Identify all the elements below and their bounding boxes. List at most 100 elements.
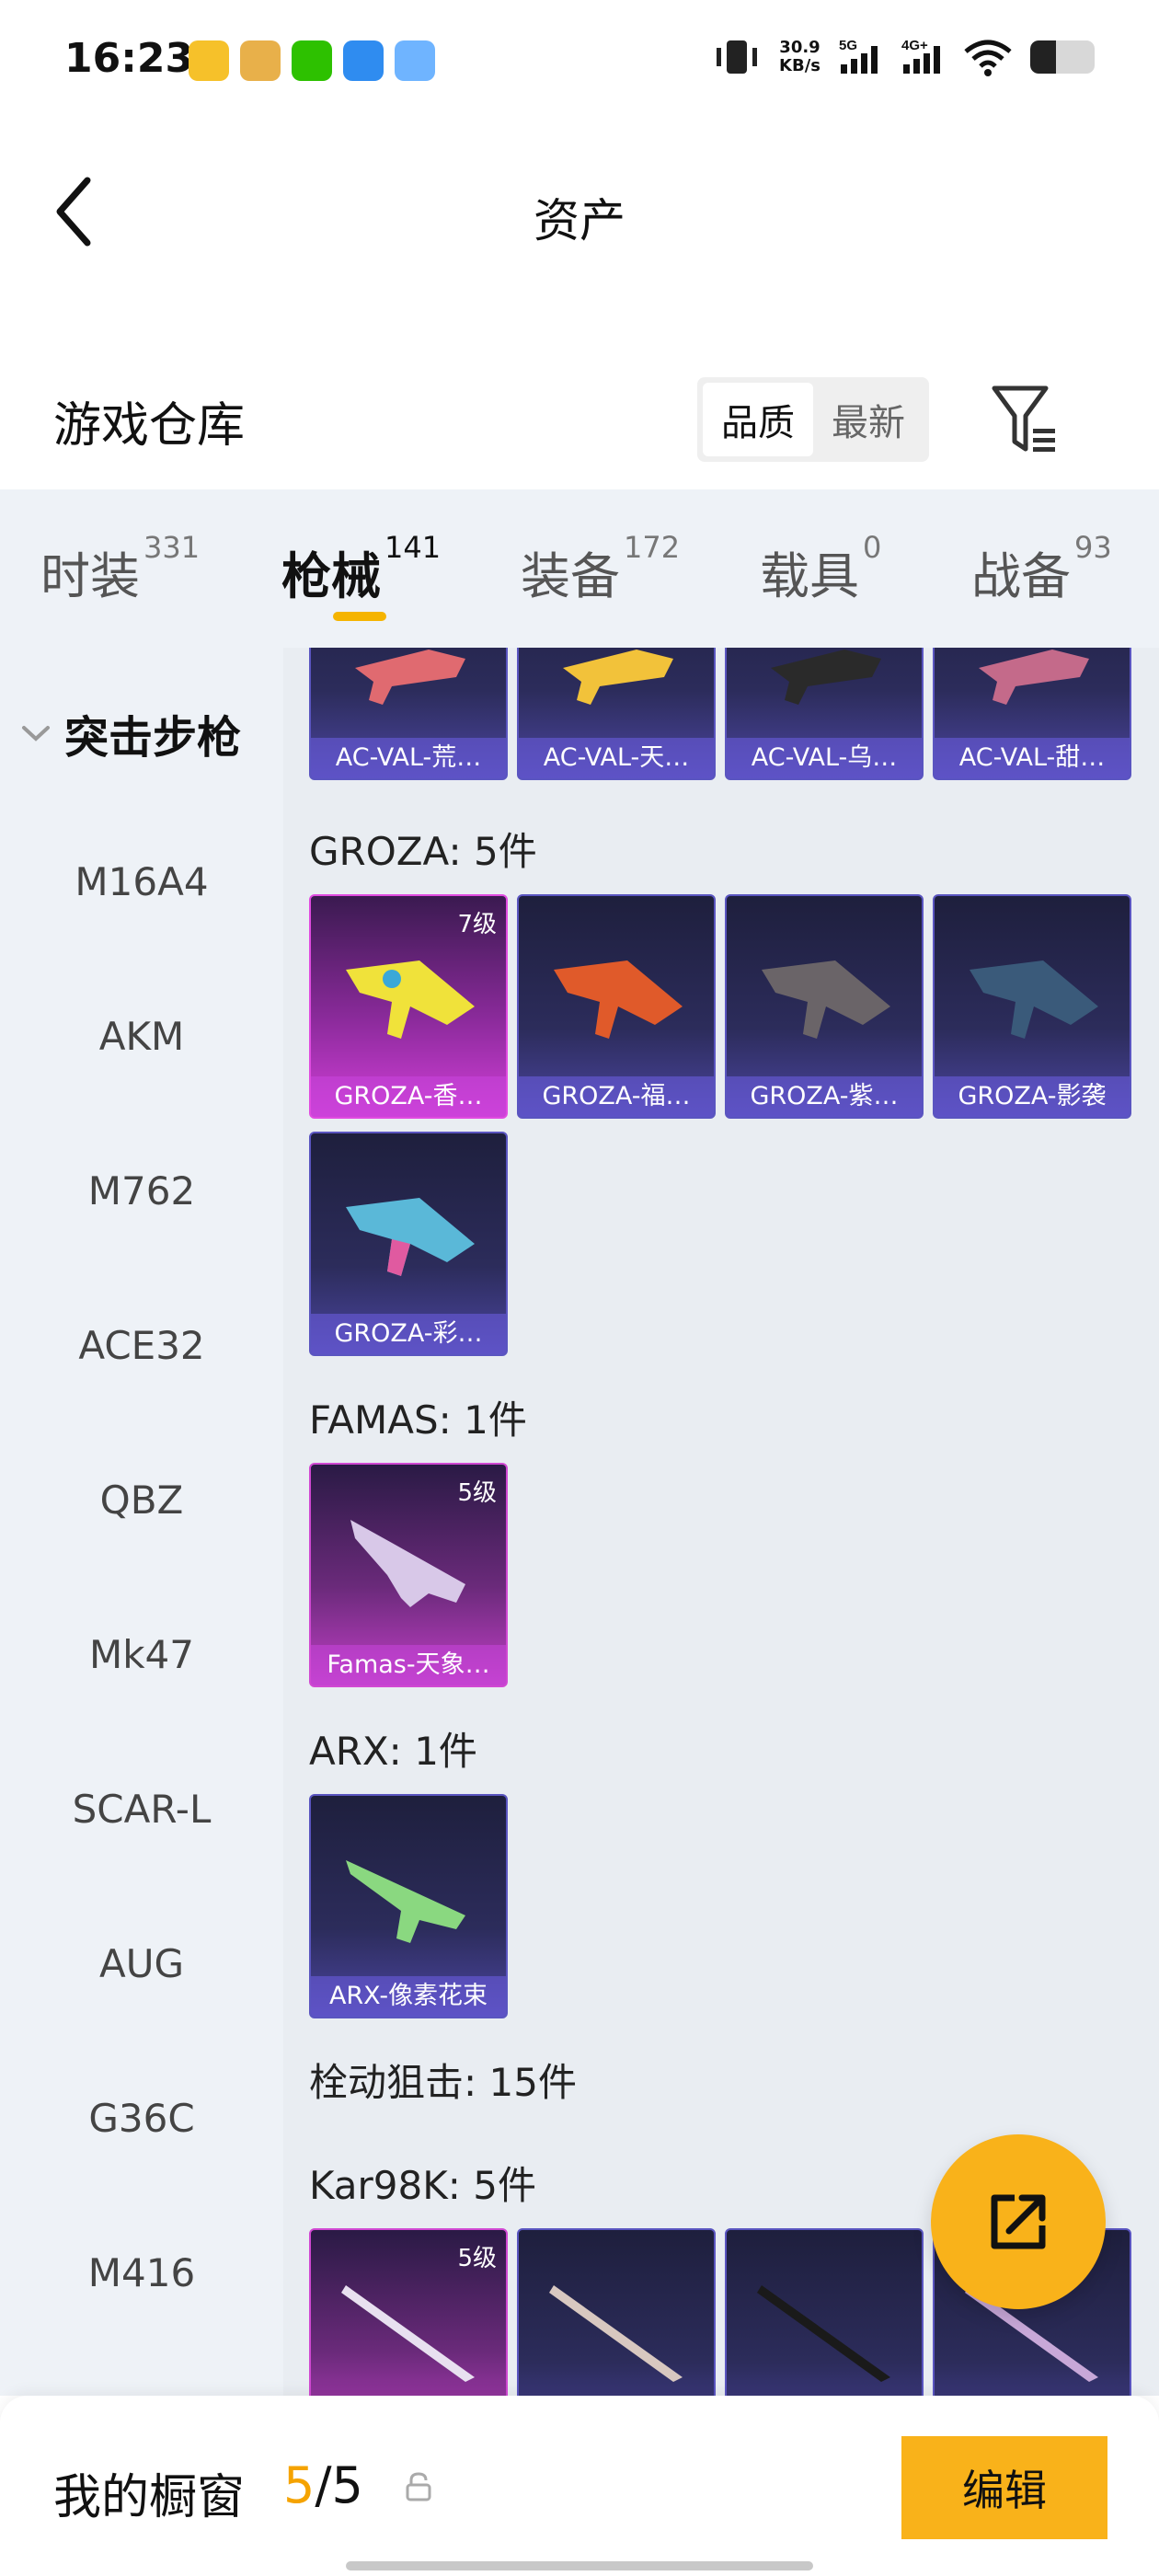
sniper-skin-icon [341,2285,475,2382]
rifle-skin-icon [355,650,465,705]
weapon-card[interactable]: AC-VAL-天… [517,648,716,780]
lock-icon [406,2472,431,2501]
weapon-card[interactable]: GROZA-紫… [725,894,924,1119]
sidebar-group-assault-rifle[interactable]: 突击步枪 [20,701,241,765]
app-notification-icon [189,40,229,81]
weapon-card-name: GROZA-紫… [727,1076,922,1117]
rifle-skin-icon [979,650,1089,705]
weapon-card-name: AC-VAL-乌… [727,738,922,778]
app-header: 资产 [0,129,1159,294]
network-speed: 30.9 KB/s [779,38,820,75]
weapon-list: AC-VAL-荒… AC-VAL-天… AC-VAL-乌… AC-VAL-甜… … [283,648,1159,2396]
section-title-arx: ARX: 1件 [309,1729,477,1774]
tab-costume[interactable]: 时装 331 [40,530,200,608]
page-title: 资产 [534,194,625,247]
weapon-card[interactable]: 5级 [309,2228,508,2396]
vibrate-icon [717,40,758,74]
battery-icon [1030,40,1095,74]
weapon-card[interactable]: AC-VAL-乌… [725,648,924,780]
filter-icon [992,385,1055,452]
filter-button[interactable] [989,377,1062,460]
tab-equipment[interactable]: 装备 172 [521,530,680,608]
showcase-count: 5/5 [283,2456,363,2514]
rifle-skin-icon [771,650,881,705]
tab-firearms[interactable]: 枪械 141 [281,530,441,608]
sniper-skin-icon [549,2285,683,2382]
section-title-bolt-sniper: 栓动狙击: 15件 [309,2060,577,2105]
weapon-card-name: ARX-像素花束 [311,1976,506,2017]
showcase-label: 我的橱窗 [53,2470,246,2525]
signal-4g-icon: 4G+ [901,38,940,74]
weapon-card[interactable]: ARX-像素花束 [309,1794,508,2018]
warehouse-header: 游戏仓库 品质 最新 [0,350,1159,488]
category-tabs: 时装 331 枪械 141 装备 172 载具 0 战备 93 [0,489,1159,648]
rifle-skin-icon [563,650,673,705]
weapon-sidebar: 突击步枪 M16A4 AKM M762 ACE32 QBZ Mk47 SCAR-… [0,648,283,2396]
weapon-card[interactable]: 5级 Famas-天象… [309,1463,508,1687]
signal-5g-icon: 5G [839,38,878,74]
rifle-skin-icon [970,960,1098,1039]
showcase-bar: 我的橱窗 5/5 编辑 [0,2396,1159,2576]
sidebar-item-ace32[interactable]: ACE32 [0,1323,283,1368]
sidebar-item-m16a4[interactable]: M16A4 [0,859,283,904]
browser-icon [343,40,384,81]
weapon-card[interactable] [517,2228,716,2396]
section-title-groza: GROZA: 5件 [309,829,537,874]
rifle-skin-icon [350,1520,465,1607]
weapon-card[interactable] [725,2228,924,2396]
sidebar-item-m762[interactable]: M762 [0,1168,283,1213]
status-indicators: 30.9 KB/s 5G 4G+ [711,37,1095,77]
tab-supplies[interactable]: 战备 93 [971,530,1112,608]
svg-text:4G+: 4G+ [901,38,928,53]
weapon-card-name: GROZA-香… [311,1076,506,1117]
section-title-kar98k: Kar98K: 5件 [309,2163,537,2208]
sort-toggle: 品质 最新 [697,377,929,462]
rifle-skin-icon [554,960,683,1039]
weapon-card-name: Famas-天象… [311,1645,506,1685]
weapon-card-name: AC-VAL-天… [519,738,714,778]
sidebar-item-aug[interactable]: AUG [0,1941,283,1986]
rifle-skin-icon [346,1198,475,1276]
weapon-card-name: GROZA-影袭 [935,1076,1130,1117]
battery-fill [1030,40,1056,74]
status-bar: 16:23 30.9 KB/s 5G 4G+ [0,0,1159,129]
share-fab-button[interactable] [931,2134,1106,2309]
warehouse-title: 游戏仓库 [53,398,246,454]
share-external-icon [991,2194,1046,2249]
notification-icons [189,40,435,81]
sort-quality-option[interactable]: 品质 [703,383,813,456]
weapon-card[interactable]: AC-VAL-甜… [933,648,1131,780]
rifle-skin-icon [346,1860,465,1943]
sidebar-item-mk47[interactable]: Mk47 [0,1632,283,1677]
weapon-card[interactable]: GROZA-福… [517,894,716,1119]
active-tab-indicator [333,612,386,621]
sidebar-item-g36c[interactable]: G36C [0,2096,283,2141]
weapon-card-name: AC-VAL-甜… [935,738,1130,778]
sidebar-item-scar-l[interactable]: SCAR-L [0,1787,283,1832]
assistant-icon [395,40,435,81]
wechat-icon [292,40,332,81]
sidebar-item-qbz[interactable]: QBZ [0,1478,283,1523]
weapon-card[interactable]: GROZA-影袭 [933,894,1131,1119]
section-title-famas: FAMAS: 1件 [309,1397,527,1443]
game-notification-icon [240,40,281,81]
weapon-card[interactable]: AC-VAL-荒… [309,648,508,780]
home-indicator [346,2561,813,2570]
edit-button[interactable]: 编辑 [901,2436,1107,2539]
rifle-skin-icon [346,960,475,1039]
sidebar-item-m416[interactable]: M416 [0,2250,283,2295]
status-time: 16:23 [64,35,194,82]
sniper-skin-icon [757,2285,890,2382]
rifle-skin-icon [762,960,890,1039]
weapon-card-name: GROZA-福… [519,1076,714,1117]
weapon-card-name: GROZA-彩… [311,1314,506,1354]
weapon-card[interactable]: GROZA-彩… [309,1132,508,1356]
chevron-down-icon [22,726,50,742]
tab-vehicles[interactable]: 载具 0 [760,530,881,608]
weapon-card-name: AC-VAL-荒… [311,738,506,778]
sort-latest-option[interactable]: 最新 [813,383,924,456]
wifi-icon [964,40,1012,76]
sidebar-item-akm[interactable]: AKM [0,1014,283,1059]
svg-text:5G: 5G [839,38,857,53]
weapon-card[interactable]: 7级 GROZA-香… [309,894,508,1119]
